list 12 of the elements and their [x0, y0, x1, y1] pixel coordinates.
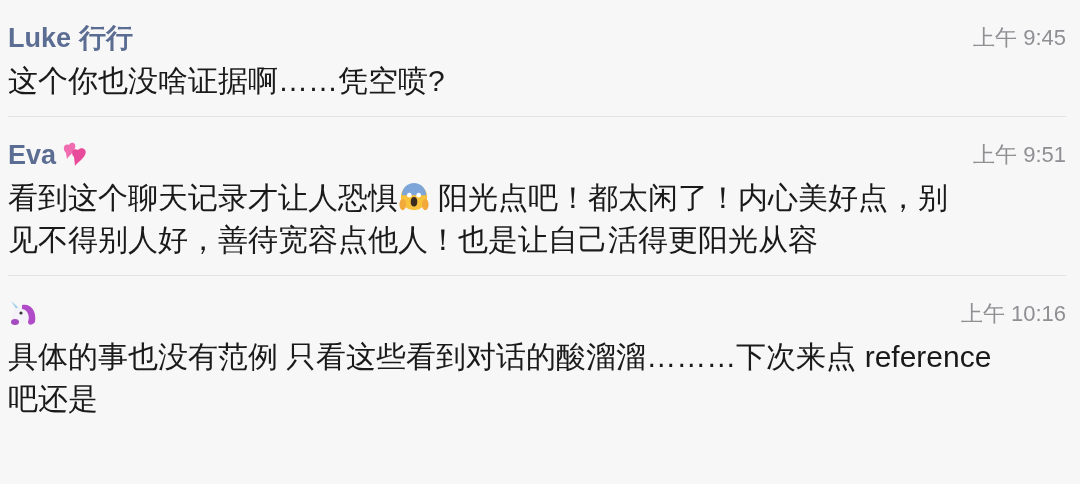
comment-text: 阳光点吧！都太闲了！内心美好点，别 — [437, 181, 949, 214]
author-name[interactable]: Luke 行行 — [8, 24, 133, 52]
comment-text: 看到这个聊天记录才让人恐惧 — [8, 181, 398, 214]
comment-text: 见不得别人好，善待宽容点他人！也是让自己活得更阳光从容 — [8, 223, 818, 256]
comment-time: 上午 10:16 — [960, 303, 1066, 325]
comment-text: 具体的事也没有范例 只看这些看到对话的酸溜溜………下次来点 reference — [8, 340, 992, 373]
comment-text: 这个你也没啥证据啊……凭空喷? — [8, 64, 445, 97]
author-name[interactable]: Eva — [8, 141, 57, 169]
scream-emoji-icon — [399, 182, 429, 212]
comment-time: 上午 9:45 — [973, 27, 1066, 49]
comment-time: 上午 9:51 — [973, 144, 1066, 166]
comment-text: 吧还是 — [8, 382, 98, 415]
